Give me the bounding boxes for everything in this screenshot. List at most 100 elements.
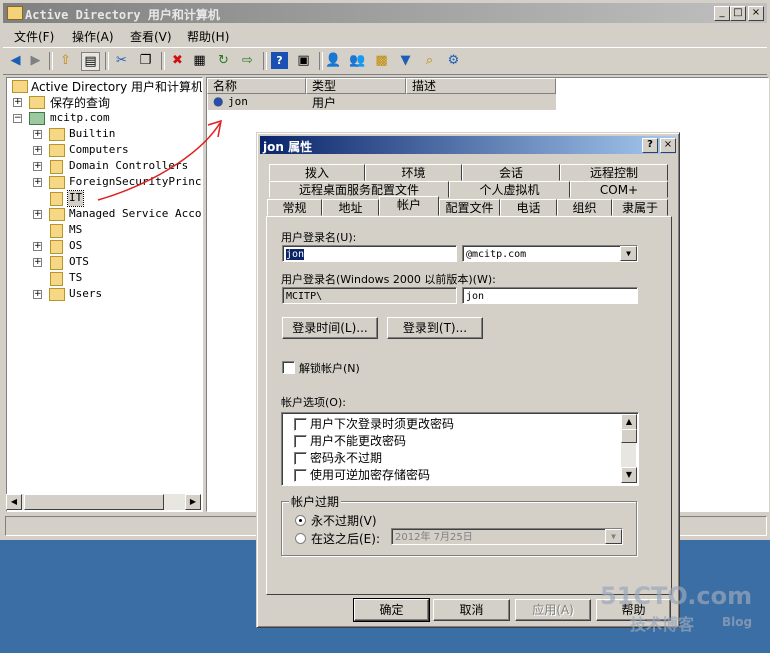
tab-telephones[interactable]: 电话 bbox=[500, 199, 557, 216]
delete-icon[interactable]: ✖ bbox=[169, 52, 186, 69]
copy-icon[interactable]: ❐ bbox=[137, 52, 154, 69]
expand-icon[interactable]: + bbox=[33, 146, 42, 155]
column-type[interactable]: 类型 bbox=[306, 78, 406, 94]
end-of-radio[interactable] bbox=[295, 533, 306, 544]
tab-profile[interactable]: 配置文件 bbox=[439, 199, 500, 216]
expand-icon[interactable]: + bbox=[33, 210, 42, 219]
scroll-up-icon[interactable]: ▲ bbox=[621, 414, 637, 430]
unlock-account-checkbox[interactable] bbox=[282, 361, 295, 374]
column-description[interactable]: 描述 bbox=[406, 78, 556, 94]
tree-node[interactable]: OS bbox=[69, 239, 82, 254]
toolbar-separator bbox=[49, 52, 53, 70]
properties-icon[interactable]: ▦ bbox=[191, 52, 208, 69]
logon-to-button[interactable]: 登录到(T)... bbox=[387, 317, 483, 339]
tree-node-selected[interactable]: IT bbox=[66, 190, 85, 207]
expand-icon[interactable]: + bbox=[33, 258, 42, 267]
tree-node[interactable]: TS bbox=[69, 271, 82, 286]
menu-action[interactable]: 操作(A) bbox=[72, 28, 114, 45]
apply-button[interactable]: 应用(A) bbox=[515, 599, 591, 621]
end-of-label: 在这之后(E): bbox=[311, 532, 380, 546]
forward-icon[interactable]: ▶ bbox=[27, 52, 44, 69]
main-window-title: Active Directory 用户和计算机 bbox=[25, 8, 220, 22]
row-name: jon bbox=[228, 95, 248, 108]
folder-icon bbox=[49, 208, 65, 221]
table-row[interactable]: ● jon 用户 bbox=[208, 94, 556, 110]
delegate-icon[interactable]: ⚙ bbox=[445, 52, 462, 69]
chevron-down-icon[interactable]: ▼ bbox=[620, 246, 637, 261]
close-button[interactable]: × bbox=[748, 6, 764, 21]
tab-general[interactable]: 常规 bbox=[267, 199, 322, 216]
tree-root[interactable]: Active Directory 用户和计算机 bbox=[31, 78, 202, 94]
tab-remote-control[interactable]: 远程控制 bbox=[560, 164, 668, 181]
options-scrollbar[interactable]: ▲ ▼ bbox=[621, 414, 637, 483]
collapse-icon[interactable]: − bbox=[13, 114, 22, 123]
help-icon[interactable]: ? bbox=[271, 52, 288, 69]
minimize-button[interactable]: _ bbox=[714, 6, 730, 21]
export-icon[interactable]: ⇨ bbox=[239, 52, 256, 69]
toolbar: ◀ ▶ ⇧ ▤ ✂ ❐ ✖ ▦ ↻ ⇨ ? ▣ 👤 👥 ▩ ▼ ⌕ ⚙ bbox=[3, 47, 767, 75]
scroll-right-icon[interactable]: ▶ bbox=[185, 494, 201, 510]
expand-icon[interactable]: + bbox=[33, 290, 42, 299]
scroll-down-icon[interactable]: ▼ bbox=[621, 467, 637, 483]
filter-icon[interactable]: ▼ bbox=[397, 52, 414, 69]
option-checkbox[interactable] bbox=[294, 435, 307, 448]
tree-node[interactable]: MS bbox=[69, 223, 82, 238]
apply-label: 应用(A) bbox=[532, 603, 574, 617]
tab-environment[interactable]: 环境 bbox=[365, 164, 462, 181]
tree-node[interactable]: Users bbox=[69, 287, 102, 302]
option-label: 使用可逆加密存储密码 bbox=[310, 468, 431, 482]
expand-icon[interactable]: + bbox=[33, 242, 42, 251]
tab-personal-vm[interactable]: 个人虚拟机 bbox=[449, 181, 570, 198]
tab-organization[interactable]: 组织 bbox=[557, 199, 612, 216]
console-tree-icon[interactable]: ▤ bbox=[81, 52, 100, 71]
tab-member-of[interactable]: 隶属于 bbox=[612, 199, 668, 216]
never-expire-radio[interactable] bbox=[295, 515, 306, 526]
main-title-bar[interactable]: Active Directory 用户和计算机 _ □ × bbox=[3, 3, 767, 23]
add-group-icon[interactable]: 👥 bbox=[349, 52, 366, 69]
menu-view[interactable]: 查看(V) bbox=[130, 28, 172, 45]
tab-address[interactable]: 地址 bbox=[322, 199, 379, 216]
watermark: 51CTO.com 技术博客 Blog bbox=[600, 583, 752, 634]
dialog-title-bar[interactable]: jon 属性 ? × bbox=[260, 136, 676, 154]
expand-icon[interactable]: + bbox=[33, 130, 42, 139]
scroll-thumb[interactable] bbox=[621, 429, 637, 443]
expand-icon[interactable]: + bbox=[33, 162, 42, 171]
column-name[interactable]: 名称 bbox=[207, 78, 306, 94]
scroll-left-icon[interactable]: ◀ bbox=[6, 494, 22, 510]
view-icon[interactable]: ▣ bbox=[295, 52, 312, 69]
scroll-thumb[interactable] bbox=[24, 494, 164, 510]
up-folder-icon[interactable]: ⇧ bbox=[57, 52, 74, 69]
refresh-icon[interactable]: ↻ bbox=[215, 52, 232, 69]
logon-name-input[interactable]: jon bbox=[282, 245, 457, 262]
expand-icon[interactable]: + bbox=[33, 178, 42, 187]
pre2000-user-input[interactable]: jon bbox=[462, 287, 638, 304]
dialog-close-button[interactable]: × bbox=[660, 138, 676, 153]
add-user-icon[interactable]: 👤 bbox=[325, 52, 342, 69]
option-label: 用户下次登录时须更改密码 bbox=[310, 417, 455, 431]
expand-icon[interactable]: + bbox=[13, 98, 22, 107]
dialog-help-button[interactable]: ? bbox=[642, 138, 658, 153]
cut-icon[interactable]: ✂ bbox=[113, 52, 130, 69]
option-checkbox[interactable] bbox=[294, 469, 307, 482]
ok-button[interactable]: 确定 bbox=[353, 598, 430, 622]
tab-dial-in[interactable]: 拨入 bbox=[269, 164, 365, 181]
option-checkbox[interactable] bbox=[294, 452, 307, 465]
upn-suffix-select[interactable]: @mcitp.com ▼ bbox=[462, 245, 638, 262]
pre2000-domain-field: MCITP\ bbox=[282, 287, 457, 304]
back-icon[interactable]: ◀ bbox=[7, 52, 24, 69]
tree-saved-queries[interactable]: 保存的查询 bbox=[50, 94, 110, 110]
tree-node[interactable]: OTS bbox=[69, 255, 89, 270]
tree-horizontal-scrollbar[interactable]: ◀ ▶ bbox=[6, 494, 201, 510]
option-checkbox[interactable] bbox=[294, 418, 307, 431]
tab-com-plus[interactable]: COM+ bbox=[570, 181, 668, 198]
menu-help[interactable]: 帮助(H) bbox=[187, 28, 229, 45]
tab-account[interactable]: 帐户 bbox=[379, 196, 439, 216]
account-options-list[interactable]: 用户下次登录时须更改密码 用户不能更改密码 密码永不过期 使用可逆加密存储密码 … bbox=[281, 412, 639, 486]
logon-hours-button[interactable]: 登录时间(L)... bbox=[282, 317, 378, 339]
tab-sessions[interactable]: 会话 bbox=[462, 164, 560, 181]
cancel-button[interactable]: 取消 bbox=[433, 599, 510, 621]
find-icon[interactable]: ⌕ bbox=[421, 52, 438, 69]
maximize-button[interactable]: □ bbox=[730, 6, 746, 21]
add-ou-icon[interactable]: ▩ bbox=[373, 52, 390, 69]
menu-file[interactable]: 文件(F) bbox=[14, 28, 54, 45]
